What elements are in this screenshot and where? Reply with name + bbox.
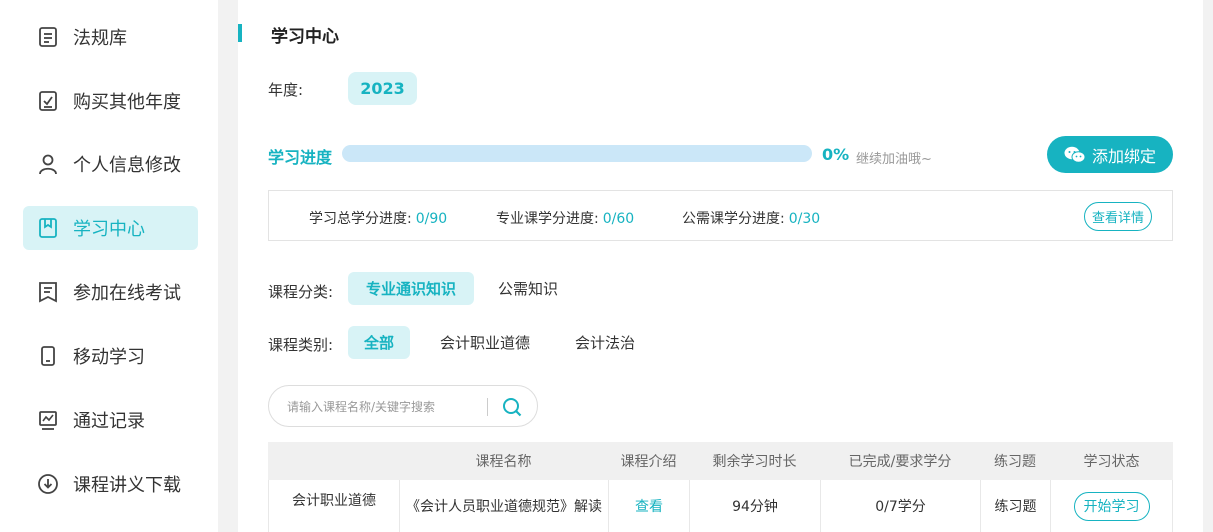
title-accent-bar — [238, 24, 242, 42]
credit-public-value: 0/30 — [788, 211, 821, 227]
exam-icon — [37, 281, 59, 303]
phone-icon — [37, 345, 59, 367]
row-exercise-link[interactable]: 练习题 — [981, 480, 1051, 532]
credit-professional: 专业课学分进度: 0/60 — [496, 208, 634, 228]
sidebar-item-handout-download[interactable]: 课程讲义下载 — [23, 462, 198, 506]
row-course-name: 《会计人员职业道德规范》解读 — [400, 480, 609, 532]
view-details-button[interactable]: 查看详情 — [1084, 202, 1152, 231]
credit-total-label: 学习总学分进度: — [309, 211, 412, 227]
col-intro: 课程介绍 — [620, 454, 677, 470]
table-row: 会计职业道德 《会计人员职业道德规范》解读 查看 94分钟 0/7学分 练习题 … — [268, 480, 1173, 532]
credit-public-label: 公需课学分进度: — [682, 211, 785, 227]
sidebar-item-label: 个人信息修改 — [73, 155, 181, 176]
sidebar-item-online-exam[interactable]: 参加在线考试 — [23, 270, 198, 314]
add-binding-label: 添加绑定 — [1091, 146, 1156, 166]
row-remaining: 94分钟 — [690, 480, 821, 532]
type-label: 课程类别: — [268, 336, 334, 354]
page-title: 学习中心 — [271, 27, 339, 47]
checkbox-icon — [37, 90, 59, 112]
sidebar: 法规库 购买其他年度 个人信息修改 学习中心 参加在线考试 移动学习 通过记录 … — [0, 0, 218, 532]
credit-professional-label: 专业课学分进度: — [496, 211, 599, 227]
col-group — [268, 442, 399, 480]
search-divider — [487, 398, 488, 416]
category-professional[interactable]: 专业通识知识 — [348, 272, 474, 305]
progress-percent: 0% — [822, 145, 850, 164]
credit-total-value: 0/90 — [415, 211, 448, 227]
category-public[interactable]: 公需知识 — [486, 272, 570, 305]
sidebar-item-mobile-learning[interactable]: 移动学习 — [23, 334, 198, 378]
table-header: 课程名称 课程介绍 剩余学习时长 已完成/要求学分 练习题 学习状态 — [268, 442, 1173, 480]
type-ethics[interactable]: 会计职业道德 — [426, 326, 544, 359]
col-status: 学习状态 — [1083, 454, 1140, 470]
bookmark-icon — [37, 217, 59, 239]
progress-label: 学习进度 — [268, 148, 333, 167]
year-label: 年度: — [268, 81, 304, 99]
sidebar-item-profile-edit[interactable]: 个人信息修改 — [23, 142, 198, 186]
credit-public: 公需课学分进度: 0/30 — [682, 208, 820, 228]
add-binding-button[interactable]: 添加绑定 — [1047, 136, 1173, 173]
search-input[interactable] — [287, 396, 477, 418]
col-exercise: 练习题 — [994, 454, 1036, 470]
credit-professional-value: 0/60 — [602, 211, 635, 227]
chart-icon — [37, 409, 59, 431]
col-credits: 已完成/要求学分 — [848, 454, 952, 470]
sidebar-item-label: 移动学习 — [73, 347, 145, 368]
main-panel: 学习中心 年度: 2023 学习进度 0% 继续加油哦~ 添加绑定 学习总学分进… — [238, 0, 1203, 532]
progress-message: 继续加油哦~ — [856, 152, 932, 167]
wechat-icon — [1064, 146, 1086, 164]
sidebar-item-pass-records[interactable]: 通过记录 — [23, 398, 198, 442]
sidebar-item-label: 购买其他年度 — [73, 92, 181, 113]
sidebar-item-label: 课程讲义下载 — [73, 475, 181, 496]
row-credits: 0/7学分 — [821, 480, 981, 532]
sidebar-item-buy-other-year[interactable]: 购买其他年度 — [23, 79, 198, 123]
category-label: 课程分类: — [268, 283, 334, 301]
type-law[interactable]: 会计法治 — [562, 326, 648, 359]
sidebar-item-label: 参加在线考试 — [73, 283, 181, 304]
download-icon — [37, 473, 59, 495]
sidebar-item-law-library[interactable]: 法规库 — [23, 15, 198, 59]
start-learning-button[interactable]: 开始学习 — [1073, 491, 1150, 521]
search-icon[interactable] — [501, 396, 523, 418]
user-icon — [37, 153, 59, 175]
sidebar-item-label: 学习中心 — [73, 219, 145, 240]
search-box — [268, 385, 538, 427]
row-intro-link[interactable]: 查看 — [609, 480, 690, 532]
row-status: 开始学习 — [1051, 480, 1173, 532]
credit-summary: 学习总学分进度: 0/90 专业课学分进度: 0/60 公需课学分进度: 0/30 查… — [268, 190, 1173, 241]
col-remaining: 剩余学习时长 — [712, 454, 797, 470]
sidebar-item-label: 通过记录 — [73, 411, 145, 432]
sidebar-item-label: 法规库 — [73, 28, 127, 49]
year-selector[interactable]: 2023 — [348, 72, 417, 105]
col-course-name: 课程名称 — [475, 454, 532, 470]
credit-total: 学习总学分进度: 0/90 — [309, 208, 447, 228]
type-all[interactable]: 全部 — [348, 326, 410, 359]
row-group: 会计职业道德 — [269, 480, 400, 532]
sidebar-item-learning-center[interactable]: 学习中心 — [23, 206, 198, 250]
document-icon — [37, 26, 59, 48]
progress-bar — [342, 145, 812, 162]
